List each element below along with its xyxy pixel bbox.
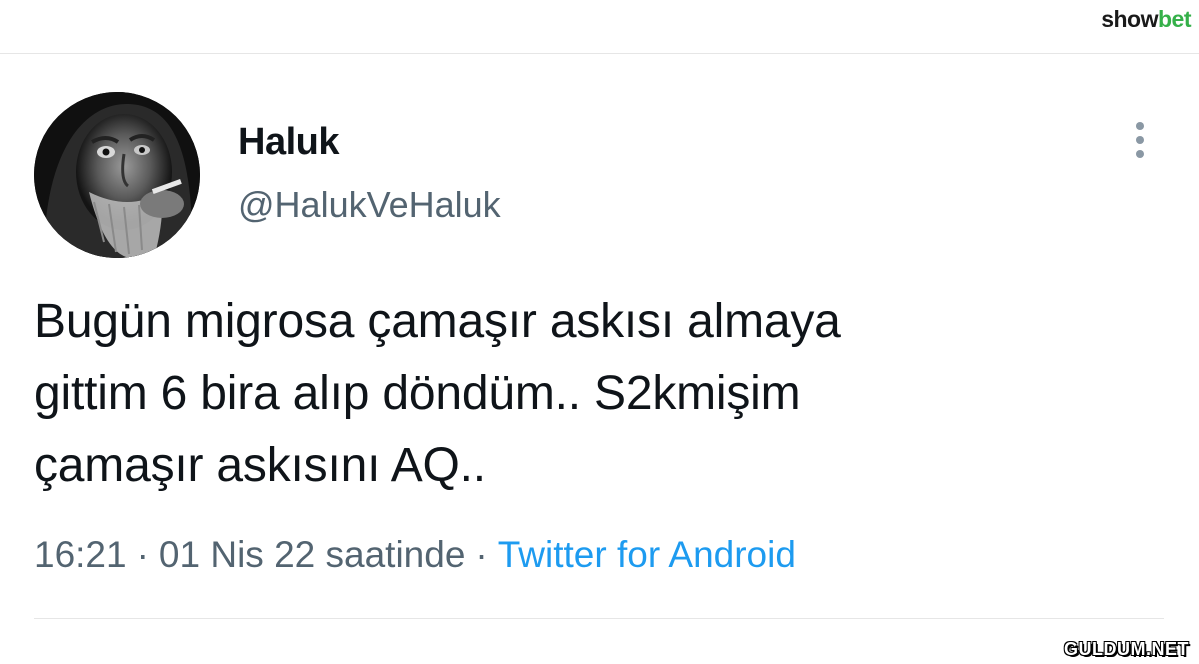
avatar-image <box>34 92 200 258</box>
vertical-ellipsis-icon <box>1136 136 1144 144</box>
user-handle[interactable]: @HalukVeHaluk <box>238 184 501 226</box>
tweet-text-line: çamaşır askısını AQ.. <box>34 439 486 492</box>
meta-separator: · <box>475 534 488 575</box>
display-name[interactable]: Haluk <box>238 121 339 164</box>
more-options-button[interactable] <box>1126 118 1154 162</box>
brand-part-1: show <box>1101 6 1158 32</box>
tweet-text-line: Bugün migrosa çamaşır askısı almaya <box>34 295 841 348</box>
guldum-watermark: GULDUM.NET <box>1064 639 1189 659</box>
tweet-time[interactable]: 16:21 <box>34 534 127 575</box>
showbet-logo: showbet <box>1101 6 1191 33</box>
bottom-divider <box>34 618 1164 619</box>
meta-separator: · <box>136 534 149 575</box>
tweet-source-link[interactable]: Twitter for Android <box>498 534 796 575</box>
top-divider <box>0 53 1199 54</box>
brand-part-2: bet <box>1158 6 1192 32</box>
vertical-ellipsis-icon <box>1136 122 1144 130</box>
tweet-text: Bugün migrosa çamaşır askısı almaya gitt… <box>34 286 1134 502</box>
tweet-screenshot: showbet Haluk @HalukVeHaluk Bugün migros… <box>0 0 1199 664</box>
tweet-date[interactable]: 01 Nis 22 saatinde <box>159 534 465 575</box>
vertical-ellipsis-icon <box>1136 150 1144 158</box>
avatar[interactable] <box>34 92 200 258</box>
tweet-text-line: gittim 6 bira alıp döndüm.. S2kmişim <box>34 367 801 420</box>
tweet-meta: 16:21 · 01 Nis 22 saatinde · Twitter for And… <box>34 534 796 576</box>
